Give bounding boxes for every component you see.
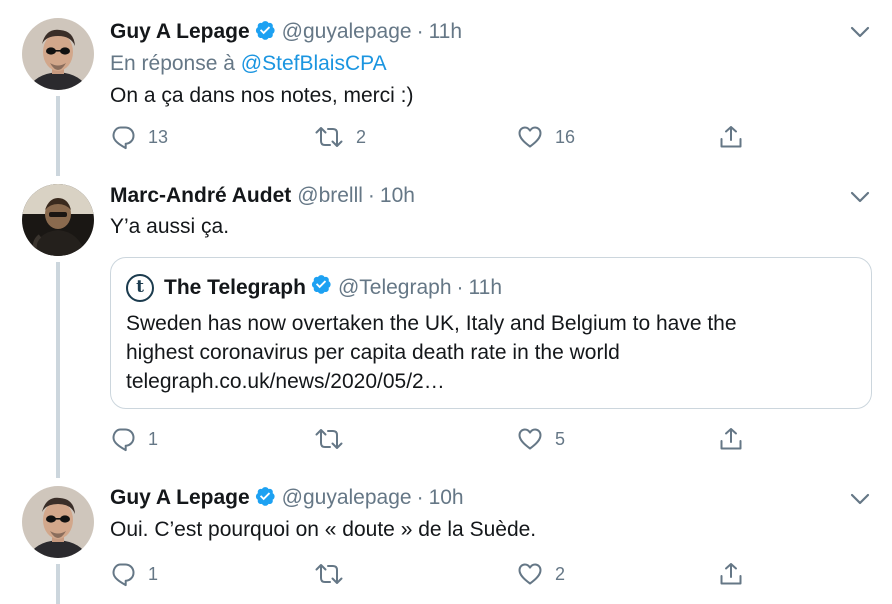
retweet-icon xyxy=(315,127,343,147)
reply-button[interactable]: 1 xyxy=(110,424,158,454)
share-button[interactable] xyxy=(718,424,744,454)
reply-icon xyxy=(112,428,135,452)
separator-dot: · xyxy=(456,276,464,299)
quoted-tweet[interactable]: t The Telegraph @Telegraph · 11h Sweden has… xyxy=(110,257,872,409)
tweet-header: Guy A Lepage @guyalepage · 11h xyxy=(110,17,462,47)
reply-context: En réponse à @StefBlaisCPA xyxy=(110,49,387,79)
retweet-button[interactable] xyxy=(314,559,356,589)
quoted-display-name[interactable]: The Telegraph xyxy=(164,273,306,303)
tweet[interactable]: Guy A Lepage @guyalepage · 11h En réponse à… xyxy=(0,0,892,176)
quoted-link[interactable]: telegraph.co.uk/news/2020/05/2… xyxy=(126,367,856,396)
reply-count: 13 xyxy=(148,126,169,147)
user-handle[interactable]: @guyalepage xyxy=(282,486,412,509)
user-handle[interactable]: @brelll xyxy=(297,184,363,207)
retweet-button[interactable]: 2 xyxy=(314,122,366,152)
tweet[interactable]: Guy A Lepage @guyalepage · 10h Oui. C’est p… xyxy=(0,478,892,604)
verified-badge-icon xyxy=(254,485,276,516)
reply-prefix: En réponse à xyxy=(110,52,235,75)
share-button[interactable] xyxy=(718,122,744,152)
tweet[interactable]: Marc-André Audet @brelll · 10h Y’a aussi ça… xyxy=(0,176,892,478)
share-button[interactable] xyxy=(718,559,744,589)
quoted-tweet-header: t The Telegraph @Telegraph · 11h xyxy=(126,273,502,303)
chevron-down-icon[interactable] xyxy=(850,25,870,39)
verified-badge-icon xyxy=(254,19,276,50)
share-icon xyxy=(720,563,742,585)
chevron-down-icon[interactable] xyxy=(850,190,870,204)
logo-letter: t xyxy=(136,277,144,297)
avatar[interactable] xyxy=(22,486,94,558)
like-count: 2 xyxy=(555,563,566,584)
like-count: 5 xyxy=(555,428,566,449)
reply-count: 1 xyxy=(148,428,159,449)
retweet-icon xyxy=(315,564,343,584)
share-icon xyxy=(720,428,742,450)
timestamp[interactable]: 11h xyxy=(429,20,462,43)
heart-icon xyxy=(518,563,542,585)
tweet-text: On a ça dans nos notes, merci :) xyxy=(110,84,414,107)
tweet-actions: 1 5 xyxy=(110,424,750,454)
separator-dot: · xyxy=(416,486,424,509)
retweet-count: 2 xyxy=(356,126,367,147)
share-icon xyxy=(720,126,742,148)
timestamp[interactable]: 10h xyxy=(429,486,464,509)
telegraph-logo-icon[interactable]: t xyxy=(126,274,154,302)
tweet-header: Guy A Lepage @guyalepage · 10h xyxy=(110,483,464,513)
reply-icon xyxy=(112,126,135,150)
avatar[interactable] xyxy=(22,184,94,256)
tweet-actions: 1 2 xyxy=(110,559,750,589)
retweet-icon xyxy=(315,429,343,449)
tweet-actions: 13 2 16 xyxy=(110,122,750,152)
reply-button[interactable]: 1 xyxy=(110,559,158,589)
reply-button[interactable]: 13 xyxy=(110,122,168,152)
like-button[interactable]: 2 xyxy=(517,559,565,589)
tweet-text: Y’a aussi ça. xyxy=(110,215,230,238)
reply-icon xyxy=(112,563,135,587)
reply-count: 1 xyxy=(148,563,159,584)
like-button[interactable]: 16 xyxy=(517,122,575,152)
quoted-user-handle[interactable]: @Telegraph xyxy=(338,273,452,303)
avatar[interactable] xyxy=(22,18,94,90)
tweet-header: Marc-André Audet @brelll · 10h xyxy=(110,181,415,211)
separator-dot: · xyxy=(416,20,424,43)
heart-icon xyxy=(518,126,542,148)
like-count: 16 xyxy=(555,126,576,147)
retweet-button[interactable] xyxy=(314,424,356,454)
display-name[interactable]: Guy A Lepage xyxy=(110,20,250,43)
verified-badge-icon xyxy=(310,273,332,304)
quoted-text-line: Sweden has now overtaken the UK, Italy a… xyxy=(126,312,737,335)
user-handle[interactable]: @guyalepage xyxy=(282,20,412,43)
timestamp[interactable]: 10h xyxy=(380,184,415,207)
quoted-text-line: highest coronavirus per capita death rat… xyxy=(126,341,620,364)
heart-icon xyxy=(518,428,542,450)
chevron-down-icon[interactable] xyxy=(850,492,870,506)
separator-dot: · xyxy=(367,184,375,207)
quoted-timestamp[interactable]: 11h xyxy=(469,273,502,303)
tweet-text: Oui. C’est pourquoi on « doute » de la S… xyxy=(110,518,537,541)
display-name[interactable]: Marc-André Audet xyxy=(110,184,291,207)
reply-to-link[interactable]: @StefBlaisCPA xyxy=(241,52,387,75)
like-button[interactable]: 5 xyxy=(517,424,565,454)
quoted-tweet-text: Sweden has now overtaken the UK, Italy a… xyxy=(126,309,856,396)
display-name[interactable]: Guy A Lepage xyxy=(110,486,250,509)
